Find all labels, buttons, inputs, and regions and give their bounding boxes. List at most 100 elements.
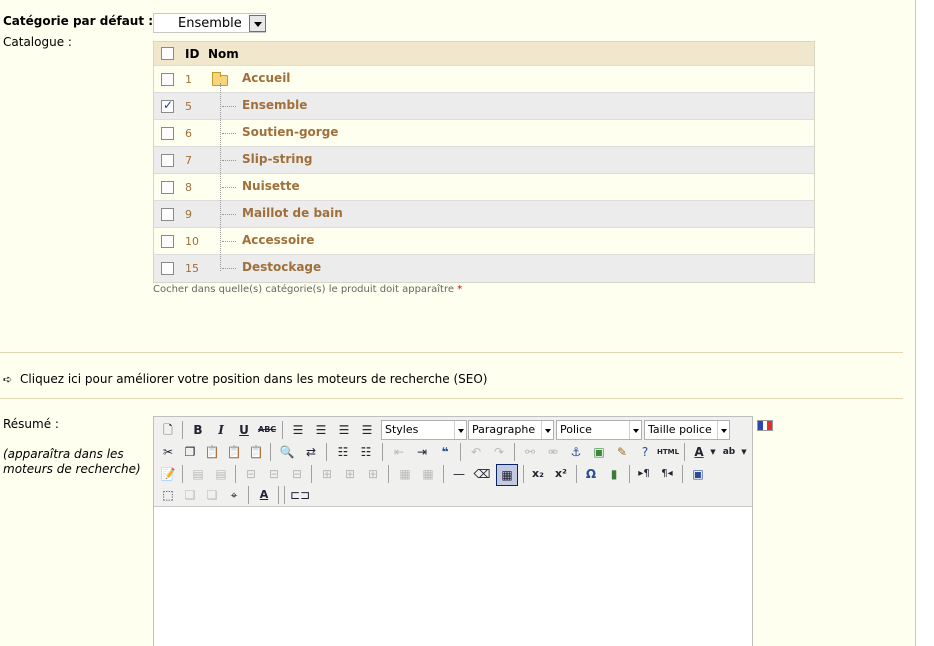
replace-icon[interactable]: ⇄	[302, 443, 320, 461]
subscript-icon[interactable]: x₂	[529, 465, 547, 483]
split-cells-icon[interactable]: ▦	[396, 465, 414, 483]
underline-icon[interactable]: U	[235, 421, 253, 439]
link-icon[interactable]: ⚯	[521, 443, 539, 461]
default-category-select[interactable]: Ensemble	[153, 13, 266, 33]
visual-aid-icon[interactable]: ⬚	[159, 486, 177, 504]
delete-col-icon[interactable]: ⊞	[364, 465, 382, 483]
seo-link[interactable]: ➪ Cliquez ici pour améliorer votre posit…	[3, 372, 487, 386]
styles-select[interactable]: Styles	[381, 420, 467, 440]
align-left-icon[interactable]: ☰	[289, 421, 307, 439]
delete-row-icon[interactable]: ⊟	[288, 465, 306, 483]
category-name[interactable]: Nuisette	[242, 179, 300, 193]
bullet-list-icon[interactable]: ☷	[334, 443, 352, 461]
horizontal-rule-icon[interactable]: —	[450, 465, 468, 483]
category-checkbox[interactable]	[161, 181, 174, 194]
toolbar-separator	[248, 486, 249, 504]
layer-icon[interactable]: ❏	[181, 486, 199, 504]
page-break-icon[interactable]: ⊏⊐	[290, 486, 310, 504]
numbered-list-icon[interactable]: ☷	[357, 443, 375, 461]
redo-icon[interactable]: ↷	[490, 443, 508, 461]
category-checkbox[interactable]	[161, 262, 174, 275]
category-name[interactable]: Ensemble	[242, 98, 307, 112]
outdent-icon[interactable]: ⇤	[390, 443, 408, 461]
summary-note: (apparaîtra dans les moteurs de recherch…	[3, 447, 141, 476]
insert-row-before-icon[interactable]: ⊟	[242, 465, 260, 483]
help-icon[interactable]: ?	[636, 443, 654, 461]
align-right-icon[interactable]: ☰	[335, 421, 353, 439]
eraser-icon[interactable]: ⌫	[473, 465, 491, 483]
category-name[interactable]: Maillot de bain	[242, 206, 343, 220]
divider	[0, 352, 903, 353]
category-checkbox[interactable]	[161, 208, 174, 221]
background-color-icon[interactable]: ab	[720, 443, 738, 461]
new-document-icon[interactable]: 🗋	[159, 421, 177, 439]
chevron-down-icon[interactable]	[249, 15, 266, 32]
table-icon[interactable]: ▦	[496, 464, 518, 486]
bold-icon[interactable]: B	[189, 421, 207, 439]
font-select[interactable]: Police	[556, 420, 642, 440]
column-header-id: ID	[185, 47, 200, 61]
category-name[interactable]: Destockage	[242, 260, 321, 274]
indent-icon[interactable]: ⇥	[413, 443, 431, 461]
chevron-down-icon[interactable]: ▼	[740, 443, 748, 461]
paste-text-icon[interactable]: 📋	[225, 443, 243, 461]
text-color-icon[interactable]: A	[690, 443, 708, 461]
category-checkbox[interactable]	[161, 73, 174, 86]
font-size-select[interactable]: Taille police	[644, 420, 730, 440]
blockquote-icon[interactable]: ❝	[436, 443, 454, 461]
absolute-position-icon[interactable]: ⌖	[225, 486, 243, 504]
tree-connector	[222, 214, 236, 215]
styleprops-icon[interactable]: A	[255, 486, 273, 504]
align-justify-icon[interactable]: ☰	[358, 421, 376, 439]
strikethrough-icon[interactable]: ABC	[258, 421, 276, 439]
category-checkbox[interactable]	[161, 127, 174, 140]
align-center-icon[interactable]: ☰	[312, 421, 330, 439]
anchor-icon[interactable]: ⚓	[567, 443, 585, 461]
rich-text-editor: 🗋 B I U ABC ☰ ☰ ☰ ☰ Styles Paragraphe Po…	[153, 416, 753, 646]
table-row: 10 Accessoire	[154, 228, 814, 255]
category-id: 8	[185, 181, 192, 194]
fullscreen-icon[interactable]: ▣	[689, 465, 707, 483]
cut-icon[interactable]: ✂	[159, 443, 177, 461]
format-select[interactable]: Paragraphe	[468, 420, 554, 440]
merge-cells-icon[interactable]: ▦	[419, 465, 437, 483]
rtl-icon[interactable]: ¶◂	[658, 465, 676, 483]
ltr-icon[interactable]: ▸¶	[635, 465, 653, 483]
select-all-checkbox[interactable]	[161, 47, 174, 60]
edit-icon[interactable]: 📝	[159, 465, 177, 483]
editor-content-area[interactable]	[154, 508, 752, 646]
french-flag-icon[interactable]	[757, 420, 773, 431]
cleanup-icon[interactable]: ✎	[613, 443, 631, 461]
paste-icon[interactable]: 📋	[203, 443, 221, 461]
paste-word-icon[interactable]: 📋	[247, 443, 265, 461]
special-char-icon[interactable]: Ω	[582, 465, 600, 483]
layer-back-icon[interactable]: ❏	[203, 486, 221, 504]
category-name[interactable]: Soutien-gorge	[242, 125, 338, 139]
category-checkbox[interactable]	[161, 154, 174, 167]
cell-props-icon[interactable]: ▤	[212, 465, 230, 483]
italic-icon[interactable]: I	[212, 421, 230, 439]
superscript-icon[interactable]: x²	[552, 465, 570, 483]
find-icon[interactable]: 🔍	[278, 443, 296, 461]
image-icon[interactable]: ▣	[590, 443, 608, 461]
insert-col-after-icon[interactable]: ⊞	[341, 465, 359, 483]
undo-icon[interactable]: ↶	[467, 443, 485, 461]
default-category-label: Catégorie par défaut :	[3, 14, 154, 28]
media-icon[interactable]: ▮	[605, 465, 623, 483]
category-name[interactable]: Slip-string	[242, 152, 312, 166]
unlink-icon[interactable]: ⚮	[544, 443, 562, 461]
table-row: 8 Nuisette	[154, 174, 814, 201]
tree-connector	[222, 268, 236, 269]
insert-col-before-icon[interactable]: ⊞	[318, 465, 336, 483]
catalogue-label: Catalogue :	[3, 35, 72, 49]
row-props-icon[interactable]: ▤	[189, 465, 207, 483]
category-name[interactable]: Accueil	[242, 71, 290, 85]
seo-link-text[interactable]: Cliquez ici pour améliorer votre positio…	[20, 372, 487, 386]
category-checkbox[interactable]	[161, 235, 174, 248]
chevron-down-icon[interactable]: ▼	[709, 443, 717, 461]
category-checkbox[interactable]	[161, 98, 174, 113]
html-source-button[interactable]: HTML	[656, 443, 680, 461]
insert-row-after-icon[interactable]: ⊟	[265, 465, 283, 483]
category-name[interactable]: Accessoire	[242, 233, 314, 247]
copy-icon[interactable]: ❐	[181, 443, 199, 461]
